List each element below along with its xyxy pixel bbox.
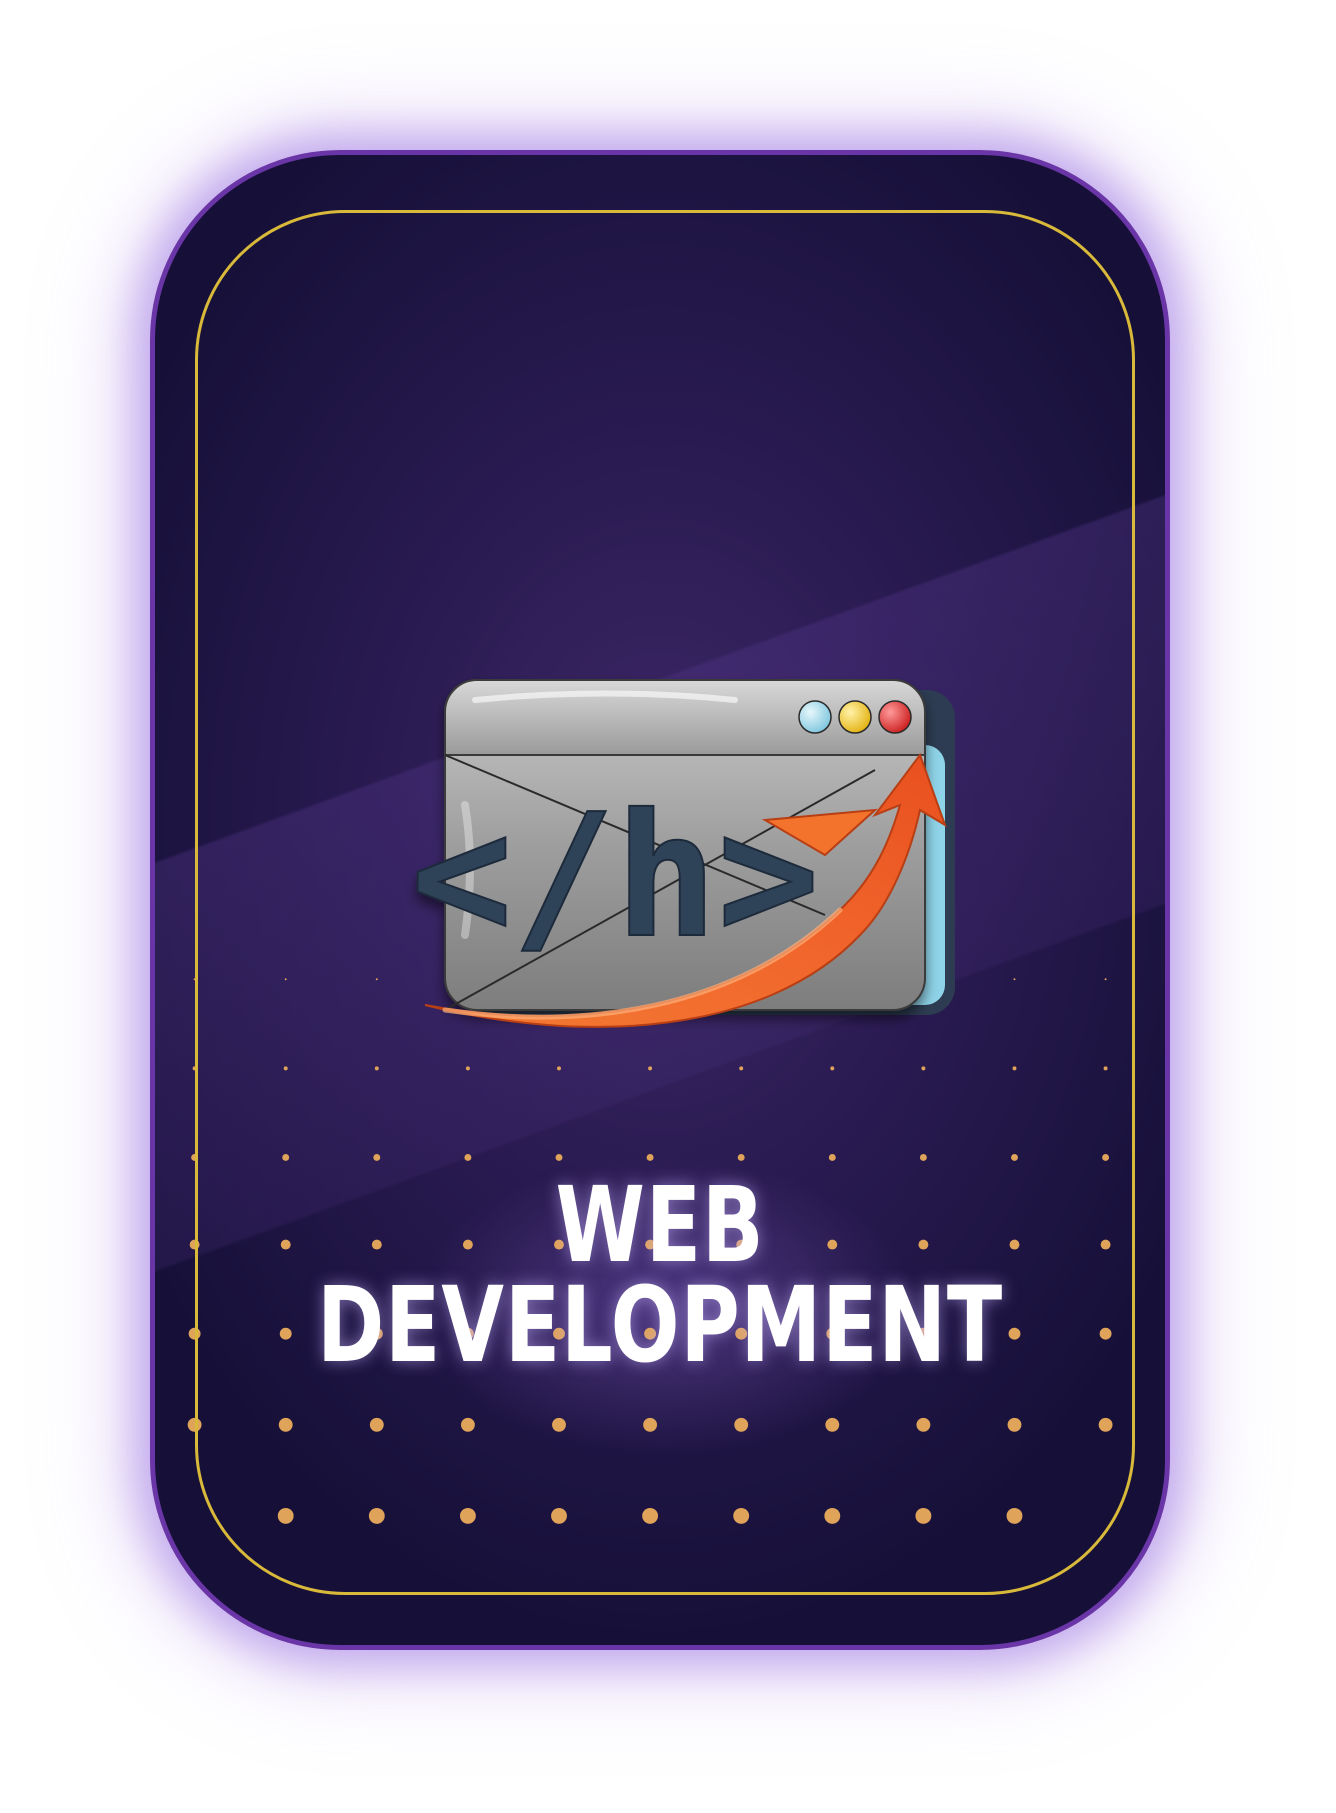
code-window-icon: </h> (409, 679, 955, 1028)
card-title-line2: DEVELOPMENT (316, 1264, 1004, 1386)
web-development-card[interactable]: </h> WEB DEVELOPMENT (150, 150, 1170, 1650)
code-tag-text: </h> (410, 778, 819, 976)
window-dot-blue (798, 700, 832, 734)
window-dot-red (878, 700, 912, 734)
window-dot-yellow (838, 700, 872, 734)
stage: </h> WEB DEVELOPMENT (0, 0, 1336, 1813)
